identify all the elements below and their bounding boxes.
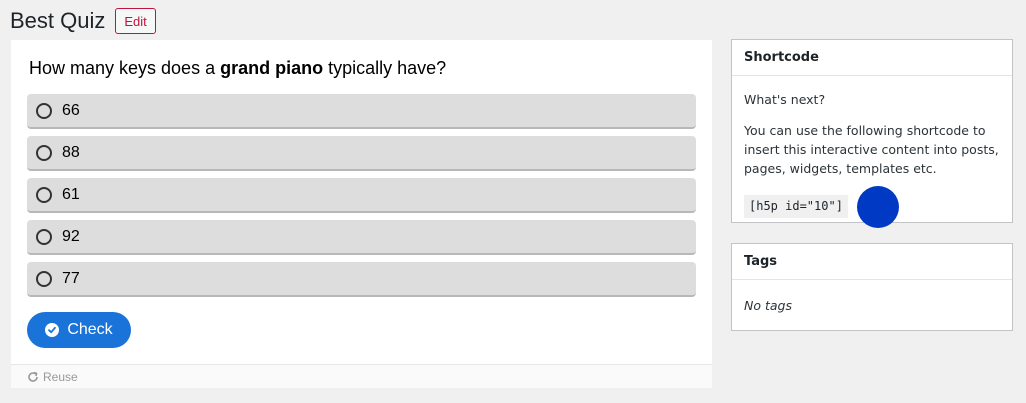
answer-option[interactable]: 92 — [27, 220, 696, 255]
page-title: Best Quiz — [10, 8, 106, 33]
shortcode-code[interactable]: [h5p id="10"] — [744, 194, 848, 218]
cursor-indicator — [856, 186, 899, 228]
page-header: Best Quiz Edit — [10, 8, 156, 34]
edit-button[interactable]: Edit — [115, 8, 156, 34]
answer-list: 66 88 61 92 77 — [27, 94, 696, 304]
radio-circle-icon[interactable] — [36, 228, 52, 245]
whats-next-text: What's next? — [744, 92, 826, 107]
shortcode-box: Shortcode What's next? You can use the f… — [731, 39, 1013, 228]
answer-option[interactable]: 88 — [27, 136, 696, 171]
radio-circle-icon[interactable] — [36, 186, 52, 203]
tags-heading: Tags — [732, 244, 1012, 280]
radio-circle-icon[interactable] — [36, 144, 52, 161]
shortcode-heading: Shortcode — [732, 40, 1012, 76]
tags-box: Tags No tags — [731, 243, 1013, 331]
reuse-label: Reuse — [43, 369, 78, 384]
radio-circle-icon[interactable] — [36, 270, 52, 287]
shortcode-body: What's next? You can use the following s… — [732, 76, 1012, 240]
check-label: Check — [67, 321, 113, 338]
answer-label: 77 — [62, 269, 80, 287]
question-suffix: typically have? — [323, 58, 447, 78]
refresh-icon — [27, 371, 39, 383]
quiz-footer: Reuse — [11, 364, 712, 388]
shortcode-description: You can use the following shortcode to i… — [744, 123, 999, 176]
answer-label: 66 — [62, 101, 80, 119]
answer-option[interactable]: 61 — [27, 178, 696, 213]
answer-label: 61 — [62, 185, 80, 203]
question-text: How many keys does a grand piano typical… — [29, 58, 446, 79]
question-prefix: How many keys does a — [29, 58, 221, 78]
answer-label: 92 — [62, 227, 80, 245]
tags-body: No tags — [732, 280, 1012, 327]
question-bold: grand piano — [220, 58, 324, 78]
answer-option[interactable]: 66 — [27, 94, 696, 129]
check-button[interactable]: Check — [27, 312, 131, 348]
no-tags-text: No tags — [744, 298, 792, 313]
reuse-button[interactable]: Reuse — [27, 370, 78, 384]
check-circle-icon — [45, 323, 60, 337]
answer-label: 88 — [62, 143, 80, 161]
shortcode-row: [h5p id="10"] — [744, 184, 1000, 228]
answer-option[interactable]: 77 — [27, 262, 696, 297]
radio-circle-icon[interactable] — [36, 102, 52, 119]
quiz-panel: How many keys does a grand piano typical… — [11, 40, 712, 388]
